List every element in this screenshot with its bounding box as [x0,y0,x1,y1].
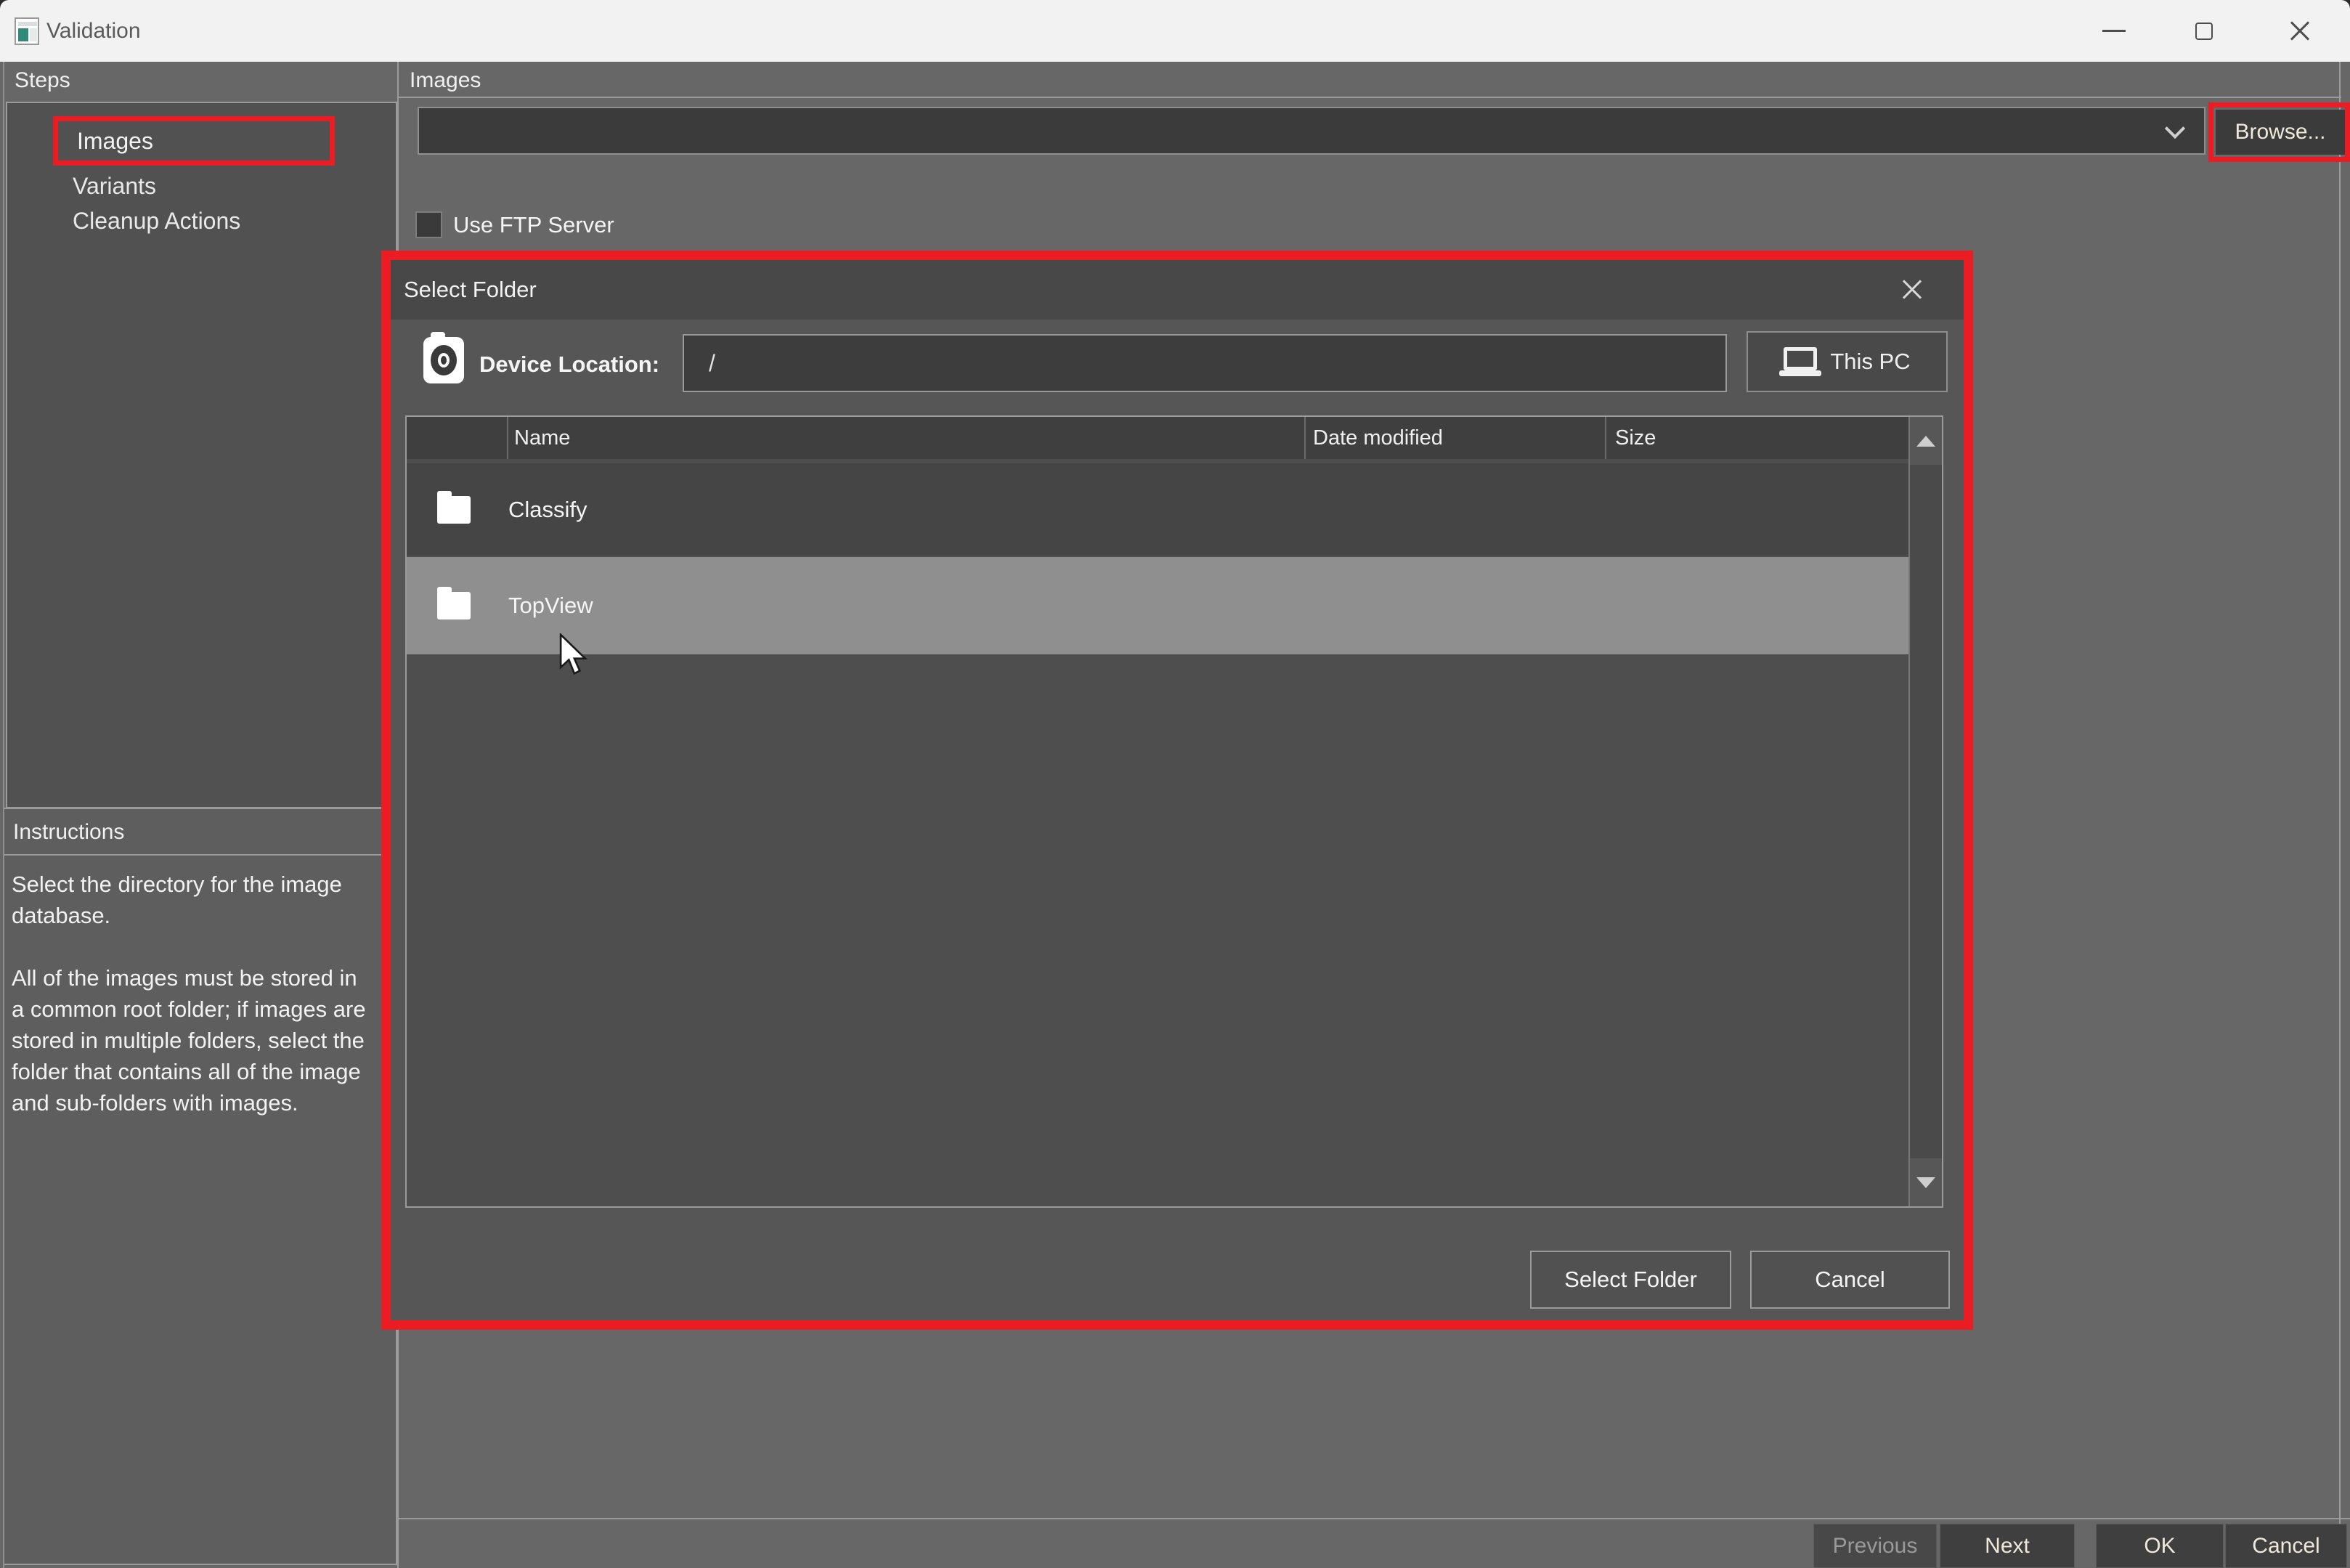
this-pc-button[interactable]: This PC [1747,331,1948,392]
instructions-line: a common root folder; if images are [12,994,396,1025]
app-icon [15,17,39,45]
instructions-line [12,931,396,962]
sidebar-item-images[interactable]: Images [58,128,153,155]
column-header-name[interactable]: Name [508,417,1306,459]
instructions-header: Instructions [4,809,396,856]
dialog-titlebar: Select Folder [391,260,1964,320]
column-header-icon [407,417,508,459]
select-folder-button[interactable]: Select Folder [1530,1251,1731,1309]
images-step-annotation-box: Images [53,116,335,166]
instructions-line: folder that contains all of the image [12,1056,396,1087]
steps-section-label: Steps [15,64,70,97]
next-button[interactable]: Next [1940,1524,2075,1568]
window-title: Validation [46,0,141,62]
folder-icon [437,496,471,524]
validation-window: Validation Steps Images Images Variants … [0,0,2350,1568]
instructions-line: stored in multiple folders, select the [12,1025,396,1056]
dialog-close-button[interactable] [1879,260,1945,320]
dialog-title: Select Folder [391,277,537,303]
sidebar-item-cleanup-actions[interactable]: Cleanup Actions [73,205,240,237]
ok-button[interactable]: OK [2096,1524,2224,1568]
window-titlebar: Validation [0,0,2350,62]
device-location-label: Device Location: [479,336,659,394]
row-name: TopView [508,593,593,619]
footer-top-border [399,1518,2350,1519]
select-folder-dialog: Select Folder Device Location: This PC N… [381,251,1973,1330]
chevron-down-icon [2165,118,2185,139]
column-header-size[interactable]: Size [1606,417,1942,459]
scroll-down-button[interactable] [1910,1158,1942,1206]
close-icon [1900,277,1924,302]
table-row-topview[interactable]: TopView [407,557,1908,654]
folder-list-header: Name Date modified Size [407,417,1942,459]
previous-button[interactable]: Previous [1813,1524,1937,1568]
maximize-button[interactable] [2160,0,2248,62]
window-right-edge [2339,62,2341,1568]
instructions-line: Select the directory for the image [12,869,396,900]
instructions-line: database. [12,900,396,931]
list-scrollbar[interactable] [1908,417,1942,1206]
use-ftp-server-label: Use FTP Server [453,211,614,240]
images-section-label: Images [410,64,481,97]
this-pc-label: This PC [1830,349,1910,375]
triangle-down-icon [1916,1177,1935,1188]
table-row-classify[interactable]: Classify [407,463,1908,556]
camera-icon [423,337,464,383]
maximize-icon [2195,23,2213,40]
browse-button[interactable]: Browse... [2216,110,2345,155]
scroll-up-button[interactable] [1910,417,1942,465]
close-button[interactable] [2250,0,2350,62]
dialog-cancel-button[interactable]: Cancel [1750,1251,1950,1309]
instructions-line: All of the images must be stored in [12,962,396,994]
instructions-body: Select the directory for the image datab… [4,856,396,1118]
device-location-input[interactable] [683,334,1727,392]
sidebar-item-variants[interactable]: Variants [73,170,156,202]
folder-icon [437,592,471,620]
instructions-line: and sub-folders with images. [12,1087,396,1118]
close-icon [2288,20,2312,43]
images-combobox[interactable] [418,107,2205,155]
triangle-up-icon [1916,436,1935,447]
row-name: Classify [508,497,588,523]
column-header-date-modified[interactable]: Date modified [1306,417,1606,459]
minimize-button[interactable] [2070,0,2158,62]
cancel-button[interactable]: Cancel [2225,1524,2347,1568]
steps-panel: Images Variants Cleanup Actions [6,102,397,808]
folder-list: Name Date modified Size Classify TopView [405,415,1943,1208]
use-ftp-server-checkbox[interactable] [415,211,442,238]
content-top-border [399,97,2341,98]
instructions-panel: Instructions Select the directory for th… [4,808,397,1565]
laptop-icon [1784,347,1817,370]
minimize-icon [2102,30,2126,32]
